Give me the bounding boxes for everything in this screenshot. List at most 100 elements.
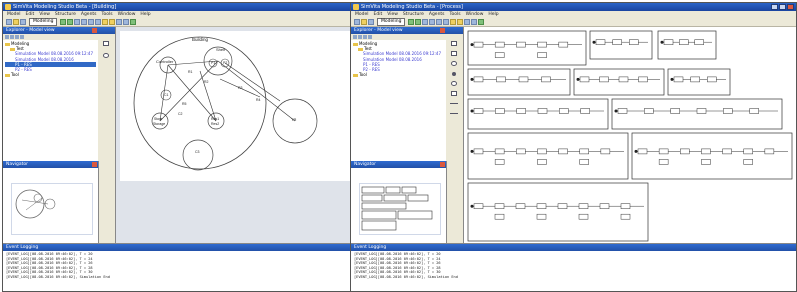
process-group[interactable] (657, 30, 717, 60)
activity-node[interactable] (679, 39, 689, 45)
agent-tool-icon[interactable] (103, 53, 109, 58)
activity-node[interactable] (638, 76, 648, 83)
activity-node[interactable] (579, 76, 590, 83)
activity-node[interactable] (494, 148, 505, 155)
activity-node[interactable] (707, 76, 717, 83)
minimize-button[interactable] (771, 4, 778, 10)
activity-node[interactable] (620, 213, 631, 220)
activity-node[interactable] (722, 148, 732, 155)
activity-node[interactable] (495, 108, 505, 114)
activity-node[interactable] (473, 108, 484, 114)
process-group[interactable] (467, 182, 649, 242)
start-node[interactable] (670, 77, 674, 81)
check-icon[interactable] (478, 19, 485, 25)
activity-node[interactable] (516, 148, 526, 155)
tree-item[interactable]: Tool (353, 72, 444, 77)
activity-node[interactable] (696, 108, 707, 114)
activity-node[interactable] (743, 148, 753, 155)
close-icon[interactable] (440, 28, 445, 33)
close-button[interactable] (787, 4, 794, 10)
activity-node[interactable] (557, 203, 568, 209)
step-icon[interactable] (67, 19, 74, 25)
process-group[interactable] (467, 98, 609, 130)
activity-node[interactable] (764, 148, 775, 155)
activity-node[interactable] (618, 76, 629, 83)
start-node[interactable] (470, 149, 474, 153)
maximize-button[interactable] (779, 4, 786, 10)
process-group[interactable] (589, 30, 653, 60)
paste-icon[interactable] (95, 19, 102, 25)
mode-selector[interactable]: Modeling (29, 18, 58, 26)
activity-node[interactable] (579, 148, 589, 155)
decision-tool-icon[interactable] (451, 91, 457, 96)
process-group[interactable] (467, 132, 629, 180)
layout-icon[interactable] (123, 19, 130, 25)
run-icon[interactable] (408, 19, 415, 25)
activity-node[interactable] (559, 108, 569, 114)
activity-node[interactable] (663, 39, 674, 45)
activity-node[interactable] (473, 76, 484, 83)
activity-node[interactable] (578, 213, 589, 220)
activity-node[interactable] (701, 148, 711, 155)
zoom-in-icon[interactable] (450, 19, 457, 25)
flow-tool-icon[interactable] (450, 103, 458, 104)
menu-structure[interactable]: Structure (403, 11, 424, 18)
menu-structure[interactable]: Structure (55, 11, 76, 18)
activity-node[interactable] (518, 76, 529, 83)
collapse-icon[interactable] (358, 35, 362, 39)
activity-node[interactable] (541, 76, 551, 83)
start-node[interactable] (660, 40, 664, 44)
activity-node[interactable] (578, 203, 589, 209)
save-icon[interactable] (20, 19, 26, 25)
activity-node[interactable] (516, 108, 526, 114)
building-node[interactable] (133, 36, 267, 170)
activity-node[interactable] (496, 76, 506, 83)
cut-icon[interactable] (429, 19, 436, 25)
activity-node[interactable] (595, 39, 606, 45)
start-node[interactable] (614, 109, 618, 113)
activity-node[interactable] (644, 108, 654, 114)
run-icon[interactable] (60, 19, 67, 25)
tr-node[interactable] (182, 139, 214, 171)
navigator-preview[interactable] (11, 183, 93, 235)
select-tool-icon[interactable] (451, 41, 457, 46)
expand-icon[interactable] (5, 35, 9, 39)
collapse-icon[interactable] (10, 35, 14, 39)
copy-icon[interactable] (436, 19, 443, 25)
start-node[interactable] (470, 43, 474, 47)
menu-help[interactable]: Help (488, 11, 498, 18)
event-log-content[interactable]: [EVENT_LOG][08.08.2016 09:46:02], T = 20… (351, 251, 796, 281)
activity-node[interactable] (537, 108, 548, 114)
activity-node[interactable] (723, 108, 733, 114)
event-tool-icon[interactable] (451, 61, 457, 66)
grid-icon[interactable] (116, 19, 123, 25)
activity-node[interactable] (690, 76, 700, 83)
activity-node[interactable] (580, 108, 590, 114)
activity-node[interactable] (673, 76, 684, 83)
diagram-canvas[interactable] (464, 27, 796, 243)
activity-node[interactable] (515, 203, 526, 209)
activity-node[interactable] (494, 213, 505, 220)
mode-selector[interactable]: Modeling (377, 18, 406, 26)
activity-tool-icon[interactable] (451, 51, 457, 56)
menu-window[interactable]: Window (118, 11, 136, 18)
activity-node[interactable] (558, 41, 569, 48)
save-icon[interactable] (368, 19, 374, 25)
end-node-icon[interactable] (451, 81, 457, 86)
start-node[interactable] (592, 40, 596, 44)
new-icon[interactable] (354, 19, 360, 25)
check-icon[interactable] (130, 19, 137, 25)
activity-node[interactable] (617, 108, 628, 114)
connection-line[interactable] (199, 70, 217, 122)
navigator-preview[interactable] (359, 183, 441, 235)
stop-icon[interactable] (74, 19, 81, 25)
activity-node[interactable] (494, 41, 505, 48)
menu-edit[interactable]: Edit (374, 11, 383, 18)
activity-node[interactable] (494, 159, 505, 165)
step-icon[interactable] (415, 19, 422, 25)
menu-help[interactable]: Help (140, 11, 150, 18)
menu-tools[interactable]: Tools (450, 11, 461, 18)
menu-view[interactable]: View (387, 11, 398, 18)
activity-node[interactable] (599, 203, 610, 209)
open-icon[interactable] (361, 19, 367, 25)
